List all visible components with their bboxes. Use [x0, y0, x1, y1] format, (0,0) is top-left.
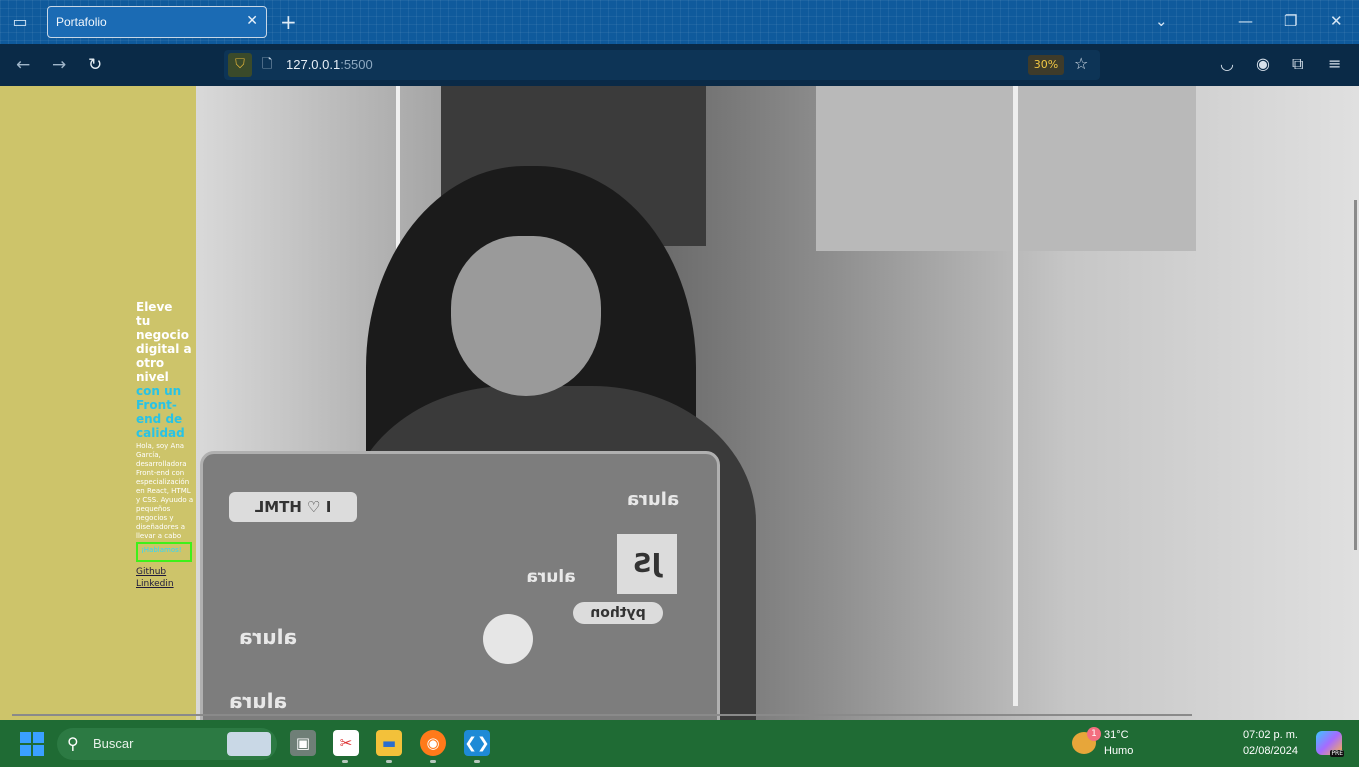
forward-arrow-icon[interactable]: →: [52, 55, 66, 75]
running-indicator: [386, 760, 392, 763]
vscode-icon[interactable]: ❮❯: [464, 730, 490, 756]
linkedin-link[interactable]: Linkedin: [136, 578, 196, 590]
running-indicator: [430, 760, 436, 763]
hero-highlight-line: calidad: [136, 426, 185, 440]
pocket-icon[interactable]: ◡: [1220, 54, 1234, 73]
back-arrow-icon[interactable]: ←: [16, 55, 30, 75]
hero-intro-paragraph: Hola, soy Ana García, desarrolladora Fro…: [136, 442, 194, 538]
browser-nav-bar: ← → ↻ ⛉ 🗋 127.0.0.1:5500 30% ☆ ◡ ◉ ⧉ ≡: [0, 44, 1359, 86]
file-explorer-icon[interactable]: ▬: [376, 730, 402, 756]
address-bar[interactable]: ⛉ 🗋 127.0.0.1:5500 30% ☆: [224, 50, 1100, 80]
url-host: 127.0.0.1: [286, 57, 341, 72]
sticker: alura: [239, 625, 297, 649]
task-view-icon[interactable]: ▣: [290, 730, 316, 756]
github-link[interactable]: Github: [136, 566, 196, 578]
clock-time[interactable]: 07:02 p. m.: [1238, 729, 1298, 741]
shield-icon[interactable]: ⛉: [228, 53, 252, 77]
page-icon: 🗋: [262, 57, 273, 72]
new-tab-button[interactable]: +: [280, 10, 297, 34]
taskbar-search[interactable]: ⚲ Buscar: [57, 728, 277, 760]
extensions-icon[interactable]: ⧉: [1292, 54, 1303, 74]
hablamos-button[interactable]: ¡Hablamos!: [136, 542, 192, 562]
photo-laptop: I ♡ HTML alura alura alura alura python …: [200, 451, 720, 720]
hero-highlight-line: con un: [136, 384, 182, 398]
url-text[interactable]: 127.0.0.1:5500: [286, 57, 373, 72]
windows-taskbar: ⚲ Buscar ▣ ✂ ▬ ◉ ❮❯ 1 31°C Humo 07:02 p.…: [0, 720, 1359, 767]
hero-heading-line: nivel: [136, 370, 169, 384]
clock-date[interactable]: 02/08/2024: [1230, 745, 1298, 757]
account-icon[interactable]: ◉: [1256, 54, 1270, 73]
sticker: alura: [526, 567, 576, 587]
minimize-icon[interactable]: —: [1238, 12, 1253, 30]
tab-list-chevron-icon[interactable]: ⌄: [1155, 12, 1168, 30]
photo-glass-panel: [816, 86, 1196, 251]
firefox-icon[interactable]: ◉: [420, 730, 446, 756]
restore-icon[interactable]: ❐: [1284, 12, 1297, 30]
tab-title: Portafolio: [56, 15, 107, 29]
sticker: python: [573, 602, 663, 624]
hero-heading-line: negocio: [136, 328, 189, 342]
snipping-tool-icon[interactable]: ✂: [333, 730, 359, 756]
tab-manager-icon[interactable]: ▭: [10, 12, 30, 32]
copilot-badge: PRE: [1330, 750, 1344, 757]
horizontal-scrollbar[interactable]: [12, 714, 1192, 716]
copilot-icon[interactable]: PRE: [1316, 731, 1344, 757]
zoom-level-badge[interactable]: 30%: [1028, 55, 1064, 75]
hero-heading-line: tu: [136, 314, 151, 328]
hero-heading-line: Eleve: [136, 300, 173, 314]
url-port: :5500: [340, 57, 373, 72]
sticker: I ♡ HTML: [229, 492, 357, 522]
search-icon: ⚲: [67, 734, 79, 753]
bookmark-star-icon[interactable]: ☆: [1074, 54, 1088, 73]
hero-highlight-line: Front-: [136, 398, 177, 412]
search-highlight-icon: [227, 732, 271, 756]
browser-tab-bar: ▭ Portafolio ✕ + ⌄ — ❐ ✕: [0, 0, 1359, 44]
reload-icon[interactable]: ↻: [88, 55, 102, 75]
hero-photo: I ♡ HTML alura alura alura alura python …: [196, 86, 1359, 720]
hero-highlight-line: end de: [136, 412, 183, 426]
hero-section: Eleve tu negocio digital a otro nivel co…: [136, 300, 196, 590]
windows-start-icon[interactable]: [20, 732, 44, 756]
photo-pole: [1013, 86, 1018, 706]
sticker: JS: [617, 534, 677, 594]
tab-portafolio[interactable]: Portafolio ✕: [47, 6, 267, 38]
menu-hamburger-icon[interactable]: ≡: [1328, 54, 1341, 73]
photo-face: [451, 236, 601, 396]
temperature[interactable]: 31°C: [1104, 729, 1129, 741]
running-indicator: [474, 760, 480, 763]
sticker: alura: [626, 489, 680, 510]
hero-heading-line: digital a: [136, 342, 192, 356]
sticker: alura: [229, 689, 287, 713]
tab-close-icon[interactable]: ✕: [246, 13, 258, 29]
hero-heading-line: otro: [136, 356, 165, 370]
weather-condition[interactable]: Humo: [1104, 745, 1133, 757]
vertical-scrollbar[interactable]: [1354, 200, 1357, 550]
weather-badge: 1: [1087, 727, 1101, 741]
search-placeholder: Buscar: [93, 736, 134, 751]
close-window-icon[interactable]: ✕: [1330, 12, 1343, 30]
github-octocat-icon: [483, 614, 533, 664]
page-viewport: Eleve tu negocio digital a otro nivel co…: [0, 86, 1359, 720]
running-indicator: [342, 760, 348, 763]
